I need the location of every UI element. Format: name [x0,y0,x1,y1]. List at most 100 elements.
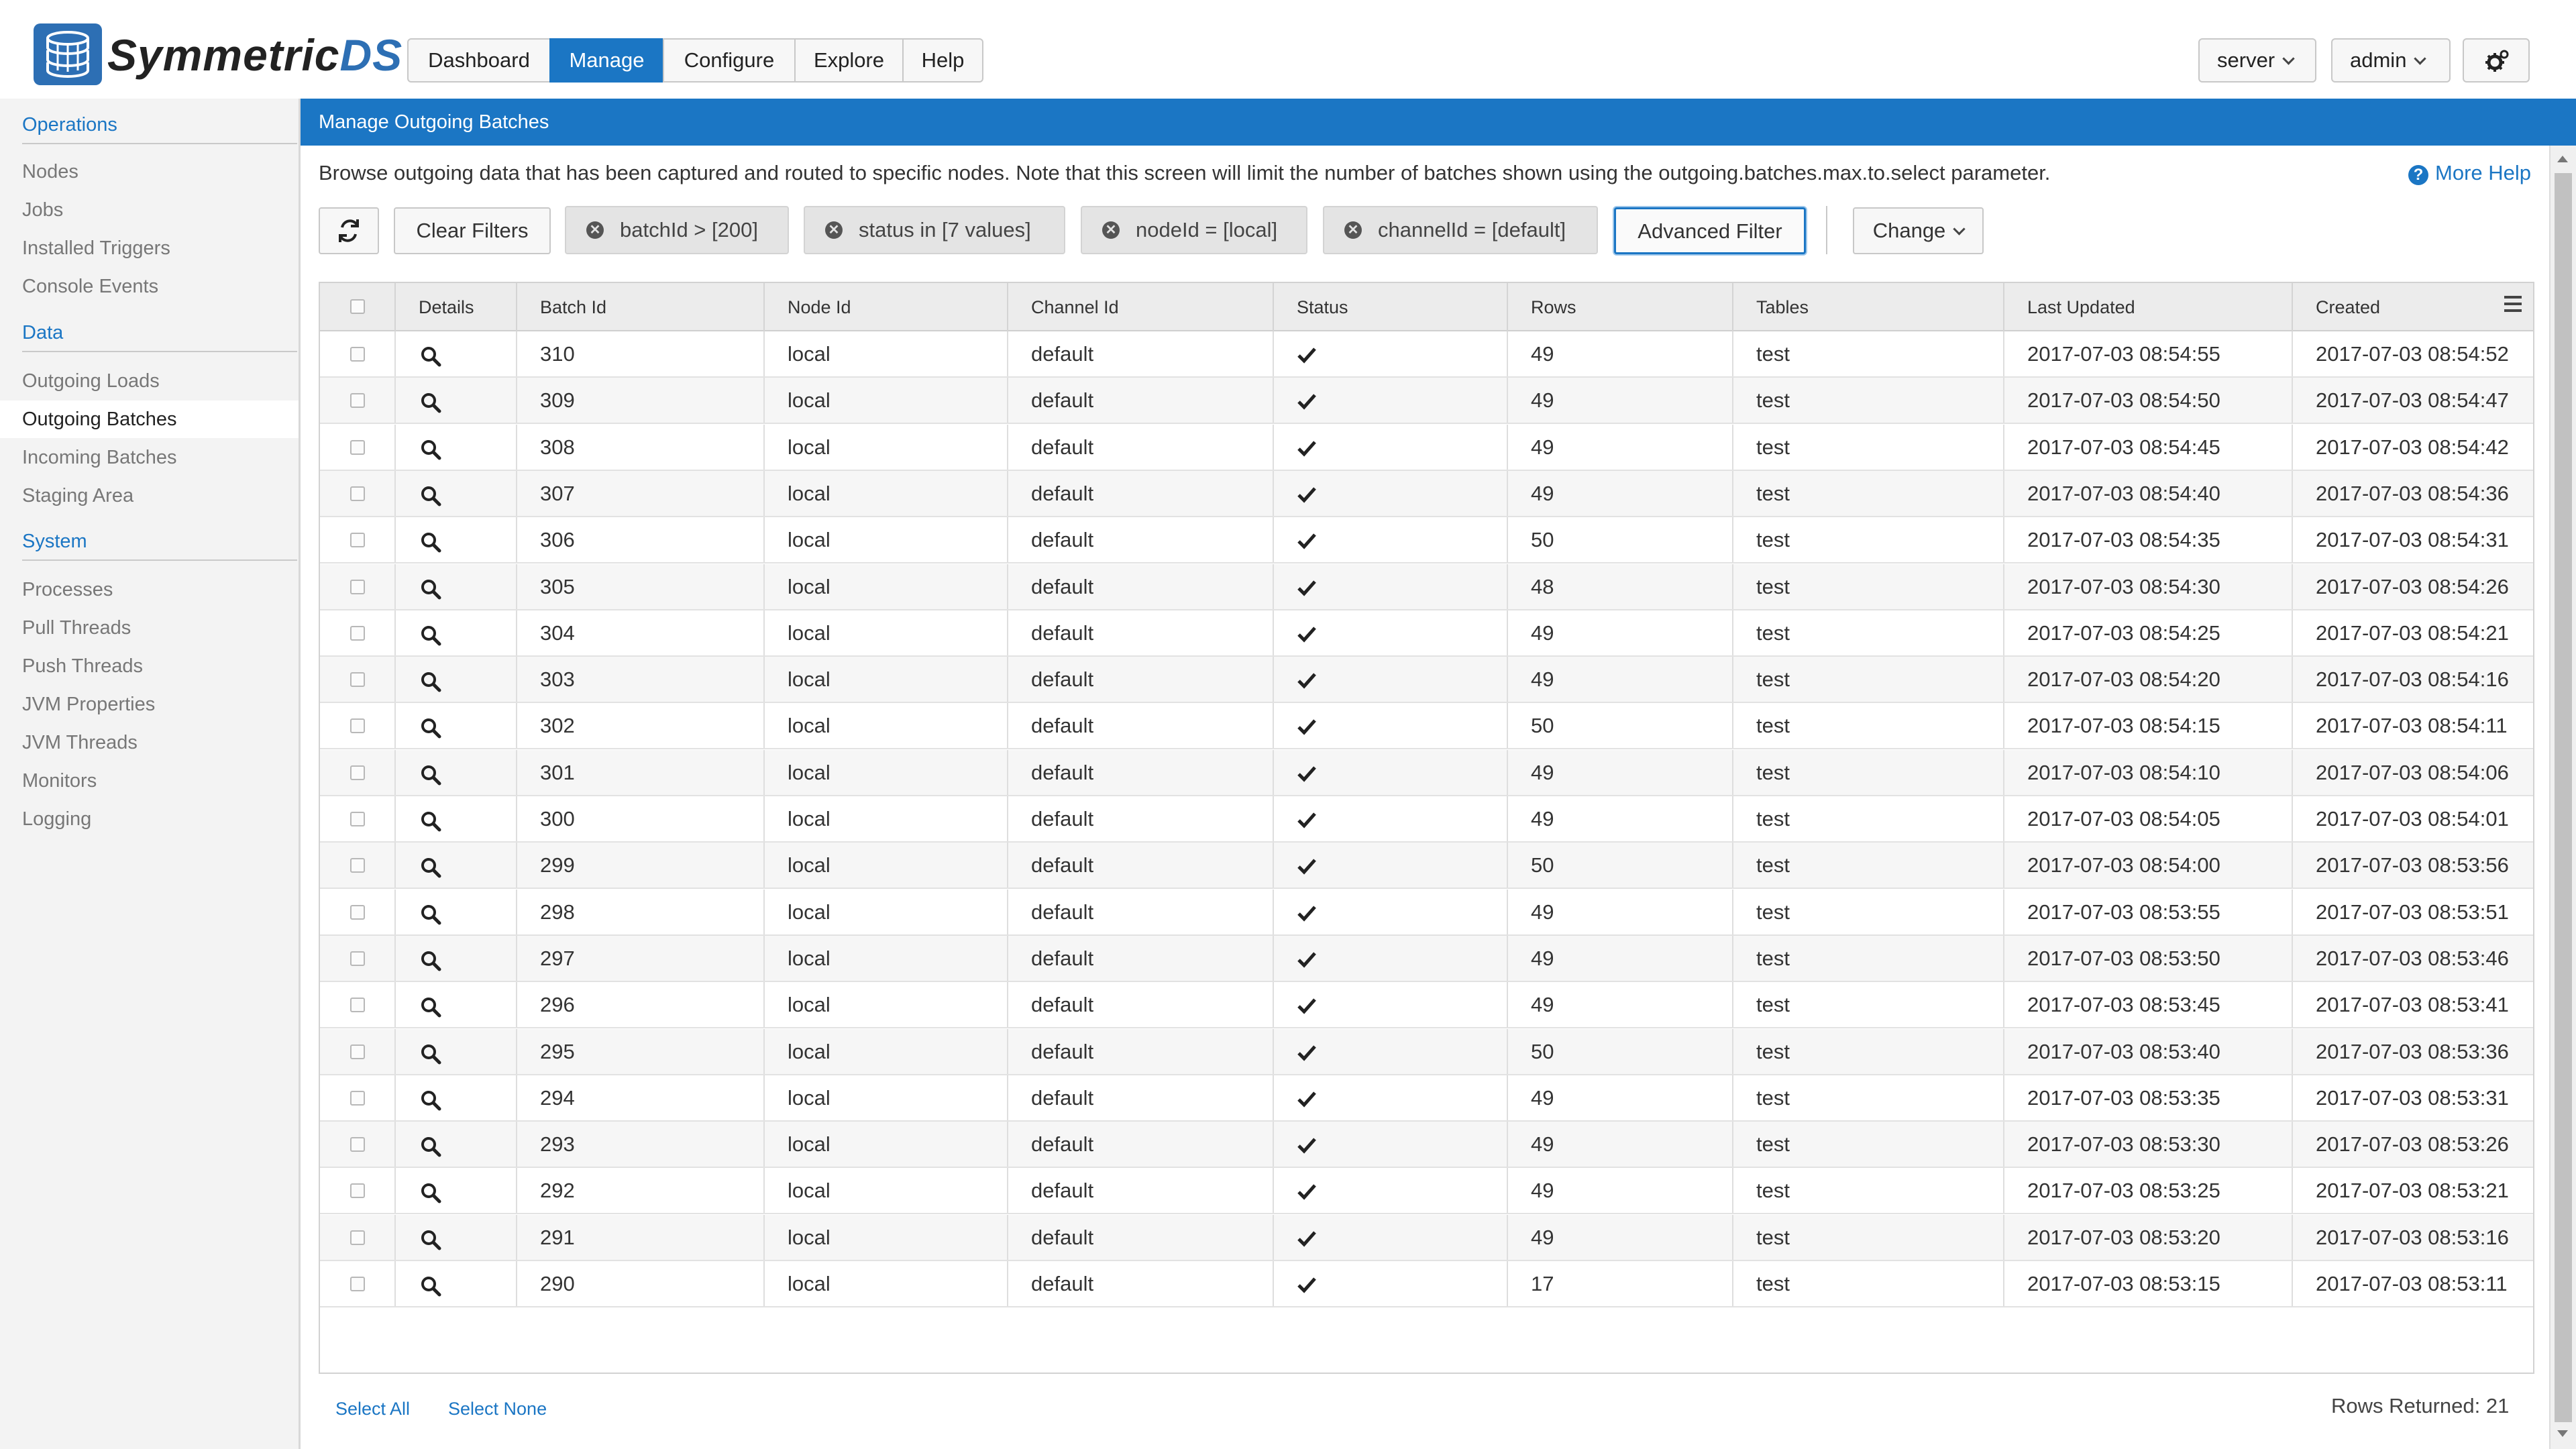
table-row[interactable]: 306 local default 50 test 2017-07-03 08:54:35… [320,517,2533,564]
search-icon[interactable] [420,671,441,692]
row-details-cell[interactable] [396,935,517,981]
row-details-cell[interactable] [396,982,517,1028]
search-icon[interactable] [420,904,441,925]
search-icon[interactable] [420,717,441,739]
search-icon[interactable] [420,950,441,971]
filter-chip-nodeid[interactable]: ✕ nodeId = [local] [1081,206,1307,254]
search-icon[interactable] [420,764,441,786]
sidebar-item-logging[interactable]: Logging [22,808,91,830]
table-row[interactable]: 305 local default 48 test 2017-07-03 08:54:30… [320,564,2533,610]
row-checkbox[interactable] [350,858,365,873]
table-row[interactable]: 298 local default 49 test 2017-07-03 08:53:55… [320,889,2533,936]
row-details-cell[interactable] [396,657,517,702]
nav-manage[interactable]: Manage [549,38,664,83]
table-row[interactable]: 291 local default 49 test 2017-07-03 08:53:20… [320,1214,2533,1261]
row-checkbox[interactable] [350,904,365,920]
search-icon[interactable] [420,1136,441,1157]
table-row[interactable]: 304 local default 49 test 2017-07-03 08:54:25… [320,610,2533,657]
row-checkbox[interactable] [350,579,365,594]
nav-explore[interactable]: Explore [794,38,904,83]
row-checkbox[interactable] [350,1277,365,1291]
table-row[interactable]: 301 local default 49 test 2017-07-03 08:54:10… [320,749,2533,796]
select-all-checkbox[interactable] [350,299,365,314]
search-icon[interactable] [420,531,441,553]
remove-filter-icon[interactable]: ✕ [1344,221,1362,239]
row-checkbox[interactable] [350,1230,365,1245]
search-icon[interactable] [420,857,441,878]
table-row[interactable]: 295 local default 50 test 2017-07-03 08:53:40… [320,1028,2533,1075]
search-icon[interactable] [420,485,441,506]
sidebar-item-console-events[interactable]: Console Events [22,276,158,298]
column-header-tables[interactable]: Tables [1733,283,2004,331]
sidebar-item-staging-area[interactable]: Staging Area [22,485,133,507]
change-dropdown[interactable]: Change [1853,207,1984,254]
search-icon[interactable] [420,439,441,460]
search-icon[interactable] [420,1089,441,1111]
refresh-button[interactable] [319,207,379,254]
column-header-created[interactable]: Created [2293,283,2533,331]
row-checkbox[interactable] [350,393,365,409]
row-details-cell[interactable] [396,1075,517,1120]
row-details-cell[interactable] [396,610,517,655]
search-icon[interactable] [420,1043,441,1065]
column-header-status[interactable]: Status [1274,283,1508,331]
row-details-cell[interactable] [396,1261,517,1306]
sidebar-item-incoming-batches[interactable]: Incoming Batches [22,447,177,469]
search-icon[interactable] [420,578,441,600]
sidebar-section-data[interactable]: Data [22,322,63,344]
sidebar-item-pull-threads[interactable]: Pull Threads [22,617,131,639]
sidebar-item-push-threads[interactable]: Push Threads [22,655,143,678]
column-header-channel-id[interactable]: Channel Id [1008,283,1274,331]
search-icon[interactable] [420,996,441,1018]
search-icon[interactable] [420,1229,441,1250]
table-row[interactable]: 294 local default 49 test 2017-07-03 08:53:35… [320,1075,2533,1122]
row-checkbox[interactable] [350,347,365,362]
user-dropdown[interactable]: admin [2331,38,2451,83]
row-checkbox[interactable] [350,998,365,1013]
row-details-cell[interactable] [396,564,517,609]
row-details-cell[interactable] [396,378,517,423]
column-header-details[interactable]: Details [396,283,517,331]
search-icon[interactable] [420,810,441,832]
search-icon[interactable] [420,1182,441,1203]
table-row[interactable]: 293 local default 49 test 2017-07-03 08:53:30… [320,1122,2533,1169]
sidebar-item-processes[interactable]: Processes [22,579,113,601]
remove-filter-icon[interactable]: ✕ [825,221,843,239]
filter-chip-channelid[interactable]: ✕ channelId = [default] [1323,206,1598,254]
filter-chip-batchid[interactable]: ✕ batchId > [200] [565,206,789,254]
sidebar-section-operations[interactable]: Operations [22,114,117,136]
search-icon[interactable] [420,1275,441,1297]
table-row[interactable]: 310 local default 49 test 2017-07-03 08:54:55… [320,331,2533,378]
column-header-rows[interactable]: Rows [1508,283,1733,331]
advanced-filter-button[interactable]: Advanced Filter [1614,207,1806,254]
search-icon[interactable] [420,345,441,367]
table-row[interactable]: 308 local default 49 test 2017-07-03 08:54:45… [320,424,2533,471]
row-details-cell[interactable] [396,424,517,470]
table-row[interactable]: 296 local default 49 test 2017-07-03 08:53:45… [320,982,2533,1029]
row-details-cell[interactable] [396,749,517,795]
column-header-last-updated[interactable]: Last Updated [2004,283,2293,331]
table-row[interactable]: 307 local default 49 test 2017-07-03 08:54:40… [320,470,2533,517]
more-help-link[interactable]: ? More Help [2408,161,2531,185]
sidebar-item-installed-triggers[interactable]: Installed Triggers [22,237,170,260]
row-checkbox[interactable] [350,718,365,734]
row-details-cell[interactable] [396,889,517,934]
column-header-batch-id[interactable]: Batch Id [517,283,765,331]
search-icon[interactable] [420,392,441,413]
nav-help[interactable]: Help [902,38,983,83]
column-menu-icon[interactable] [2504,296,2522,316]
table-row[interactable]: 309 local default 49 test 2017-07-03 08:54:50… [320,378,2533,425]
settings-button[interactable] [2463,38,2530,83]
sidebar-item-outgoing-batches[interactable]: Outgoing Batches [22,409,177,431]
row-details-cell[interactable] [396,1122,517,1167]
sidebar-item-monitors[interactable]: Monitors [22,770,97,792]
row-checkbox[interactable] [350,1183,365,1199]
sidebar-item-jvm-properties[interactable]: JVM Properties [22,694,155,716]
select-all-link[interactable]: Select All [335,1399,410,1419]
row-details-cell[interactable] [396,1168,517,1214]
row-checkbox[interactable] [350,951,365,966]
row-details-cell[interactable] [396,703,517,749]
remove-filter-icon[interactable]: ✕ [1102,221,1120,239]
row-checkbox[interactable] [350,439,365,455]
table-row[interactable]: 292 local default 49 test 2017-07-03 08:53:25… [320,1168,2533,1215]
